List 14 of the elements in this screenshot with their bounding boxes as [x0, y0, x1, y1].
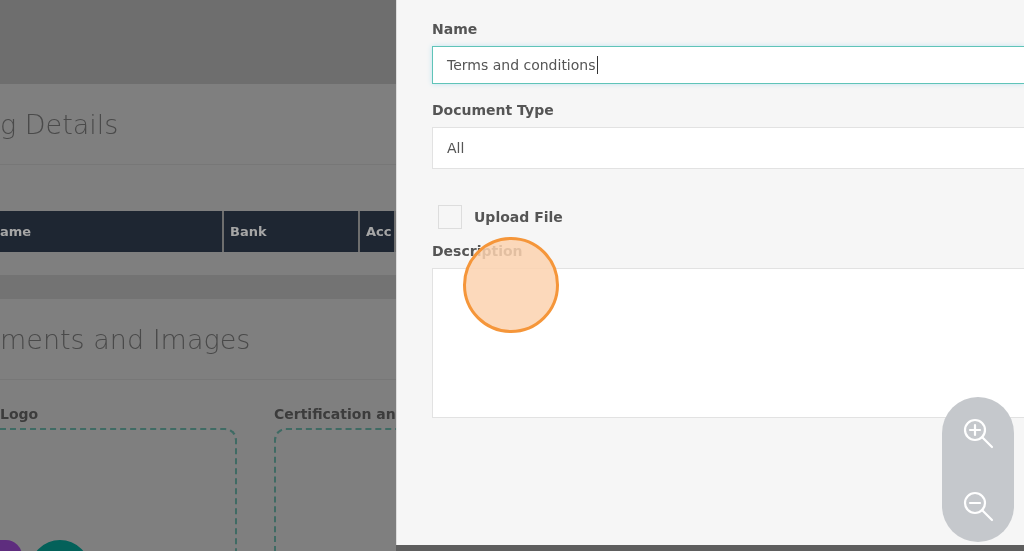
- text-cursor: [596, 56, 598, 74]
- zoom-in-icon[interactable]: [962, 417, 994, 450]
- name-field[interactable]: Terms and conditions: [432, 46, 1024, 84]
- column-header: ame: [0, 211, 224, 252]
- zoom-out-icon[interactable]: [962, 489, 994, 522]
- checkbox-label: Upload File: [474, 209, 563, 225]
- upload-label: Certification an: [274, 406, 396, 422]
- upload-file-checkbox[interactable]: [438, 205, 462, 229]
- field-label: Document Type: [432, 102, 555, 118]
- field-label: Name: [432, 21, 479, 37]
- upload-label: Logo: [0, 406, 40, 422]
- description-field[interactable]: [432, 268, 1024, 418]
- document-type-select[interactable]: All: [432, 127, 1024, 169]
- column-header: Bank: [224, 211, 360, 252]
